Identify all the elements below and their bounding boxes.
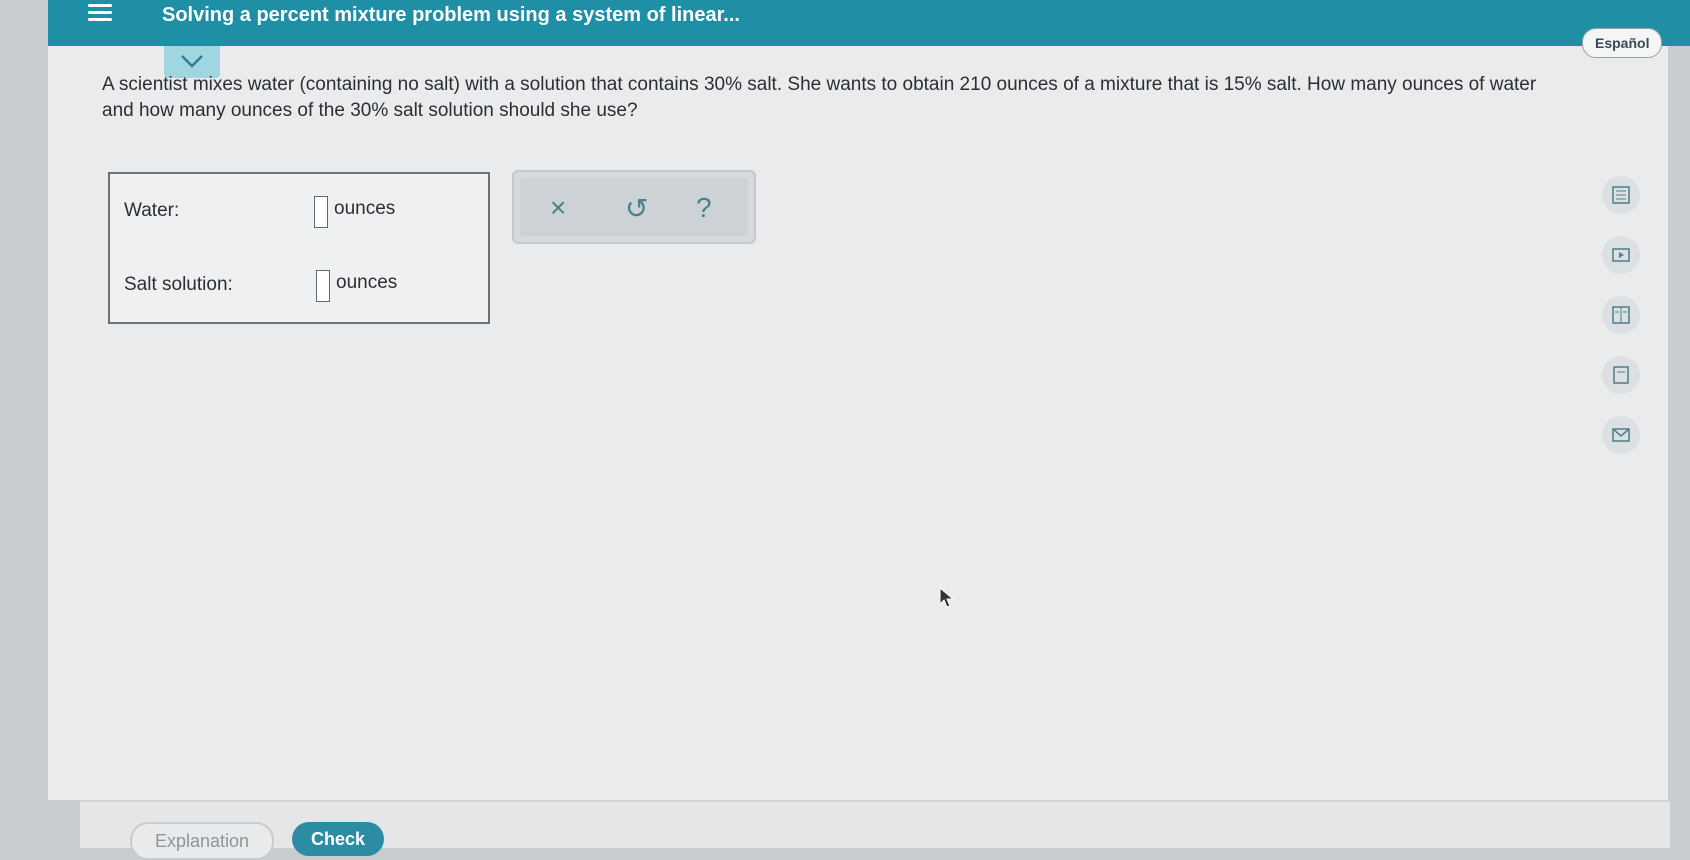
water-input[interactable] xyxy=(314,196,328,228)
salt-solution-label: Salt solution: xyxy=(124,274,233,295)
video-icon[interactable] xyxy=(1602,236,1640,274)
explanation-button[interactable]: Explanation xyxy=(130,822,274,860)
toolbox-inner: × ↺ ? xyxy=(520,178,748,236)
help-button[interactable]: ? xyxy=(696,192,712,224)
calculator-icon[interactable] xyxy=(1602,176,1640,214)
espanol-button[interactable]: Español xyxy=(1582,28,1663,58)
mouse-cursor-icon xyxy=(939,586,955,608)
salt-solution-unit: ounces xyxy=(336,272,398,293)
water-unit: ounces xyxy=(334,198,396,219)
page-title: Solving a percent mixture problem using … xyxy=(162,4,740,26)
check-button[interactable]: Check xyxy=(292,822,384,856)
water-label: Water: xyxy=(124,200,180,221)
main-panel xyxy=(48,46,1668,800)
answer-toolbox: × ↺ ? xyxy=(512,170,756,244)
book-icon[interactable] xyxy=(1602,296,1640,334)
glossary-icon[interactable] xyxy=(1602,356,1640,394)
mail-icon[interactable] xyxy=(1602,416,1640,454)
answer-box: Water: ounces Salt solution: ounces xyxy=(108,172,490,324)
clear-button[interactable]: × xyxy=(550,192,566,224)
salt-solution-input[interactable] xyxy=(316,270,330,302)
question-text: A scientist mixes water (containing no s… xyxy=(102,74,1537,121)
hamburger-menu-icon[interactable] xyxy=(88,4,112,22)
undo-button[interactable]: ↺ xyxy=(625,192,648,225)
